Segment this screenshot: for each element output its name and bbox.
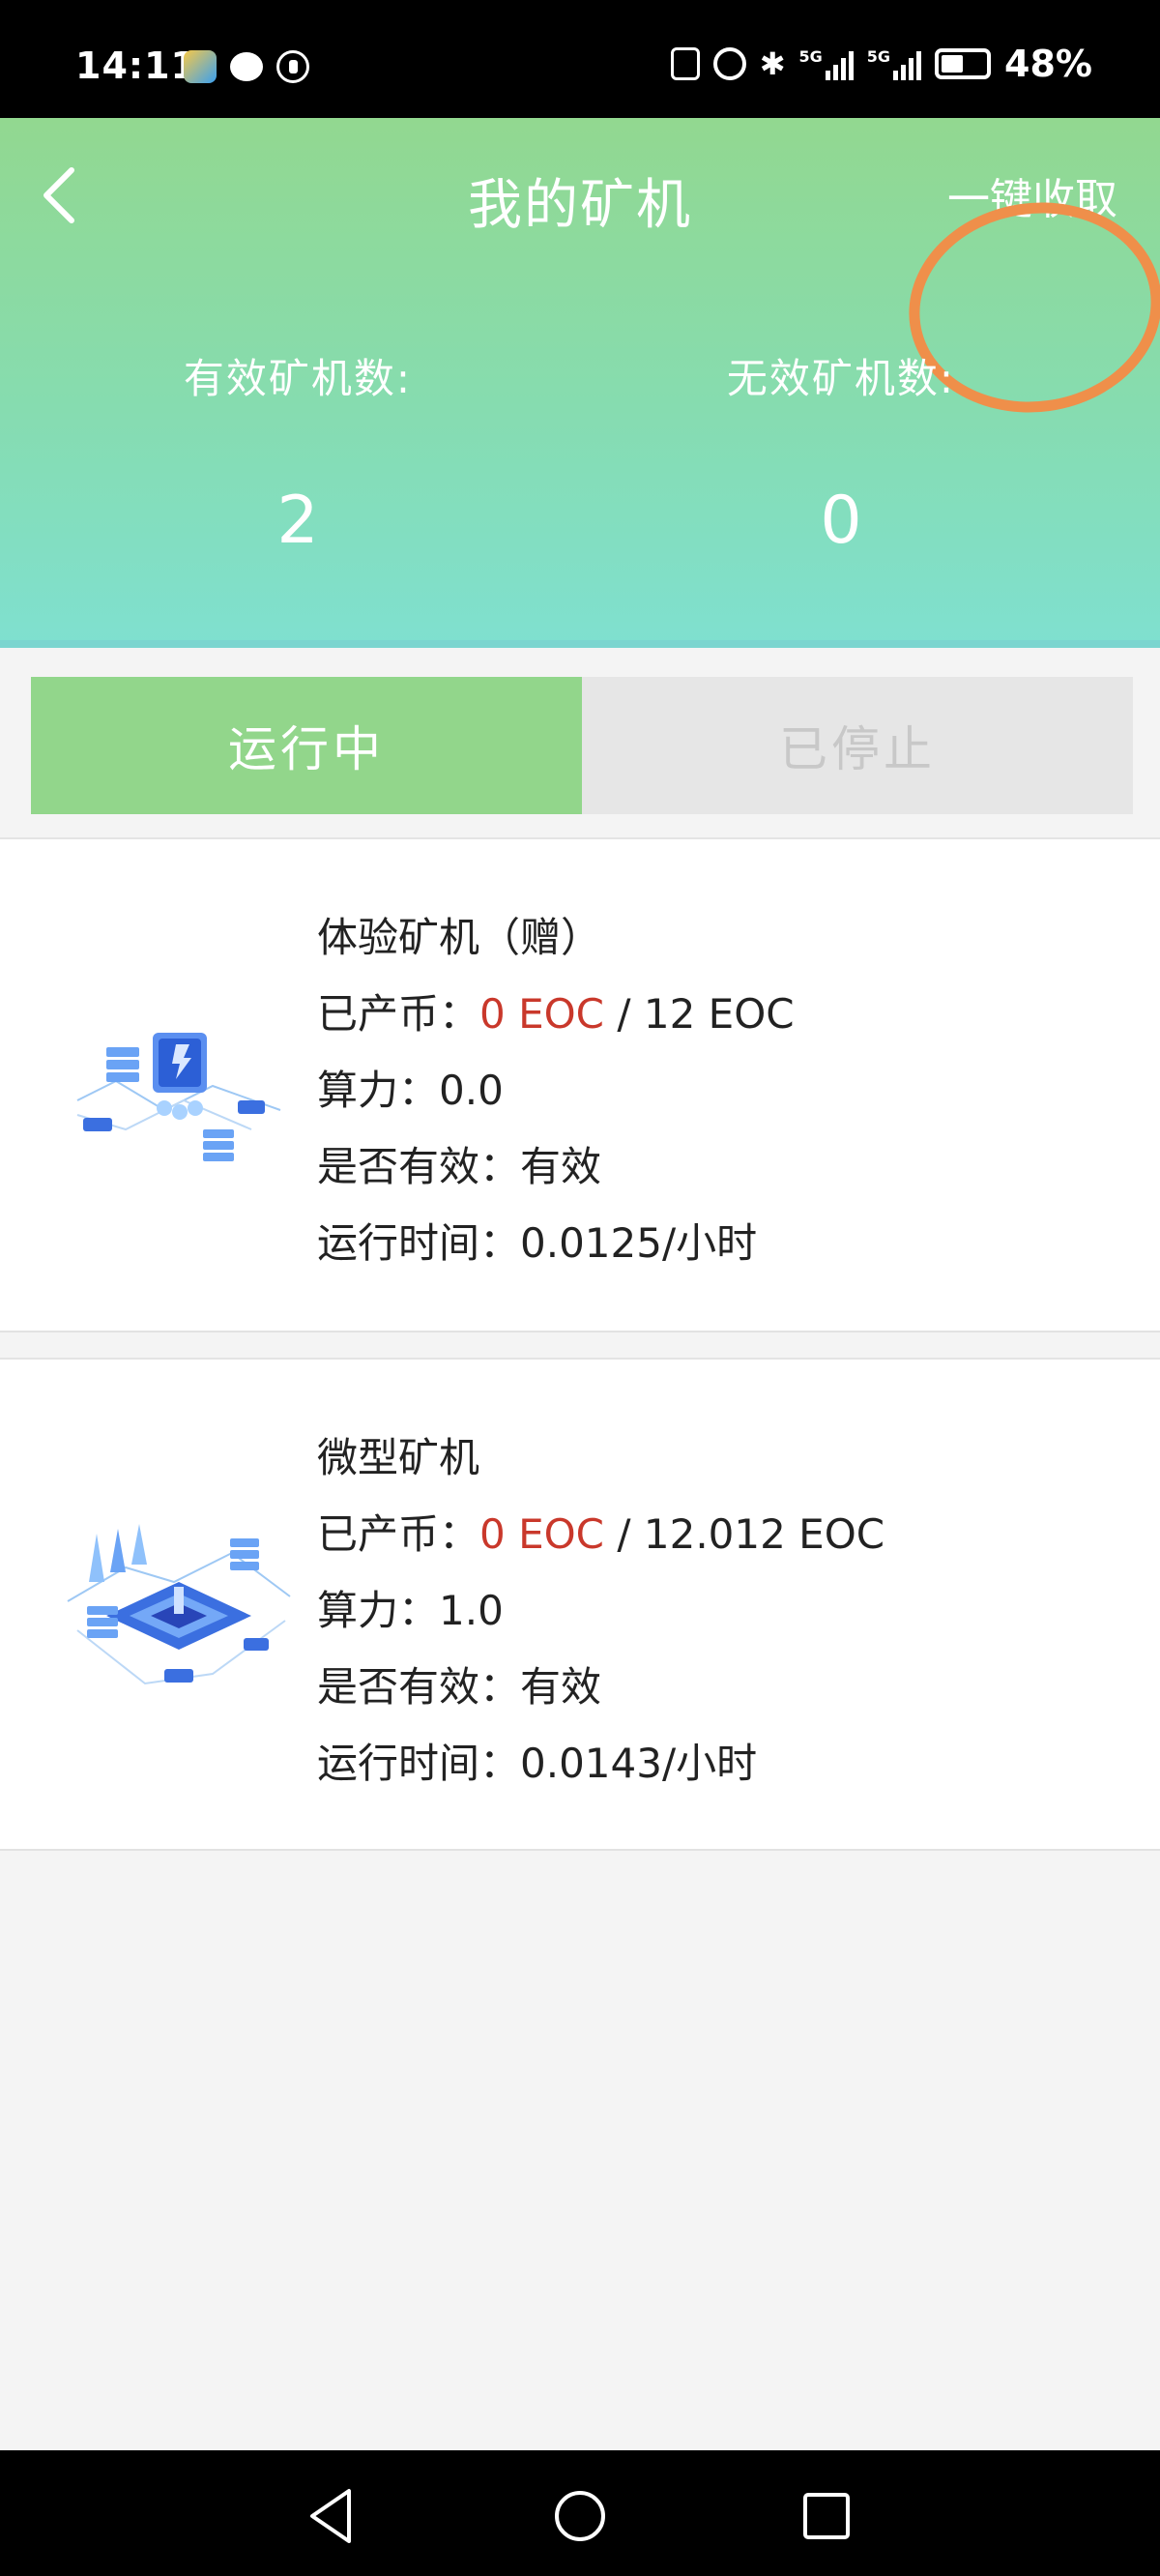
notification-icons (184, 50, 309, 83)
square-recents-icon (803, 2493, 850, 2539)
status-bar: 14:11 ✱ 5G 5G 48% (0, 0, 1160, 118)
chat-bubble-icon (230, 52, 263, 81)
runtime-value: 0.0125/小时 (520, 1219, 758, 1267)
power-label: 算力： (317, 1067, 440, 1114)
header: 我的矿机 一键收取 有效矿机数: 2 无效矿机数: 0 (0, 118, 1160, 648)
produced-label: 已产币： (317, 1510, 480, 1558)
produced-total: 12 EOC (643, 990, 795, 1038)
miner-info: 微型矿机 已产币：0 EOC / 12.012 EOC 算力：1.0 是否有效：… (317, 1420, 884, 1801)
produced-total: 12.012 EOC (643, 1510, 885, 1558)
power-value: 1.0 (439, 1587, 504, 1634)
miner-info: 体验矿机（赠） 已产币：0 EOC / 12 EOC 算力：0.0 是否有效：有… (317, 899, 795, 1281)
nav-recents-button[interactable] (788, 2477, 865, 2555)
header-divider (0, 640, 1160, 648)
produced-separator: / (604, 1510, 644, 1558)
collect-all-button[interactable]: 一键收取 (947, 164, 1117, 226)
validity-row: 是否有效：有效 (317, 1649, 884, 1725)
nav-home-button[interactable] (541, 2477, 619, 2555)
status-time: 14:11 (75, 44, 197, 87)
validity-value: 有效 (520, 1143, 602, 1190)
produced-label: 已产币： (317, 990, 480, 1038)
tab-stopped[interactable]: 已停止 (582, 677, 1133, 814)
invalid-miners-label: 无效矿机数: (726, 355, 956, 402)
valid-miners-count: 2 (276, 483, 319, 559)
triangle-back-icon (310, 2489, 351, 2543)
bluetooth-icon: ✱ (759, 45, 786, 82)
nfc-icon (670, 47, 700, 80)
runtime-value: 0.0143/小时 (520, 1740, 758, 1787)
hand-gesture-icon (276, 50, 309, 83)
produced-value: 0 EOC (479, 990, 605, 1038)
produced-separator: / (604, 990, 644, 1038)
mining-server-illustration-icon (58, 994, 300, 1187)
circle-home-icon (555, 2491, 605, 2541)
runtime-row: 运行时间：0.0125/小时 (317, 1205, 795, 1281)
validity-value: 有效 (520, 1663, 602, 1711)
produced-row: 已产币：0 EOC / 12.012 EOC (317, 1496, 884, 1572)
miner-card[interactable]: 微型矿机 已产币：0 EOC / 12.012 EOC 算力：1.0 是否有效：… (0, 1358, 1160, 1851)
power-row: 算力：0.0 (317, 1052, 795, 1128)
system-icons: ✱ 5G 5G 48% (670, 43, 1092, 85)
alarm-icon (712, 47, 746, 80)
valid-miners-label: 有效矿机数: (183, 355, 413, 402)
power-row: 算力：1.0 (317, 1572, 884, 1649)
valid-miners-stat: 有效矿机数: 2 (104, 346, 491, 559)
validity-label: 是否有效： (317, 1663, 521, 1711)
invalid-miners-count: 0 (820, 483, 862, 559)
validity-row: 是否有效：有效 (317, 1128, 795, 1205)
invalid-miners-stat: 无效矿机数: 0 (648, 346, 1034, 559)
produced-row: 已产币：0 EOC / 12 EOC (317, 976, 795, 1052)
signal-5g-icon-2: 5G (867, 47, 922, 80)
app-notification-icon (184, 50, 217, 83)
battery-icon (935, 48, 992, 79)
battery-level: 48% (1004, 43, 1092, 85)
miner-name: 微型矿机 (317, 1434, 480, 1481)
runtime-label: 运行时间： (317, 1740, 521, 1787)
signal-5g-icon: 5G (799, 47, 854, 80)
miner-card[interactable]: 体验矿机（赠） 已产币：0 EOC / 12 EOC 算力：0.0 是否有效：有… (0, 837, 1160, 1332)
produced-value: 0 EOC (479, 1510, 605, 1558)
tab-running[interactable]: 运行中 (31, 677, 582, 814)
validity-label: 是否有效： (317, 1143, 521, 1190)
mining-platform-illustration-icon (58, 1514, 300, 1708)
tab-bar: 运行中 已停止 (0, 648, 1160, 837)
runtime-row: 运行时间：0.0143/小时 (317, 1725, 884, 1801)
nav-back-button[interactable] (295, 2477, 372, 2555)
power-label: 算力： (317, 1587, 440, 1634)
power-value: 0.0 (439, 1067, 504, 1114)
system-nav-bar (0, 2450, 1160, 2576)
runtime-label: 运行时间： (317, 1219, 521, 1267)
miner-name: 体验矿机（赠） (317, 914, 602, 961)
